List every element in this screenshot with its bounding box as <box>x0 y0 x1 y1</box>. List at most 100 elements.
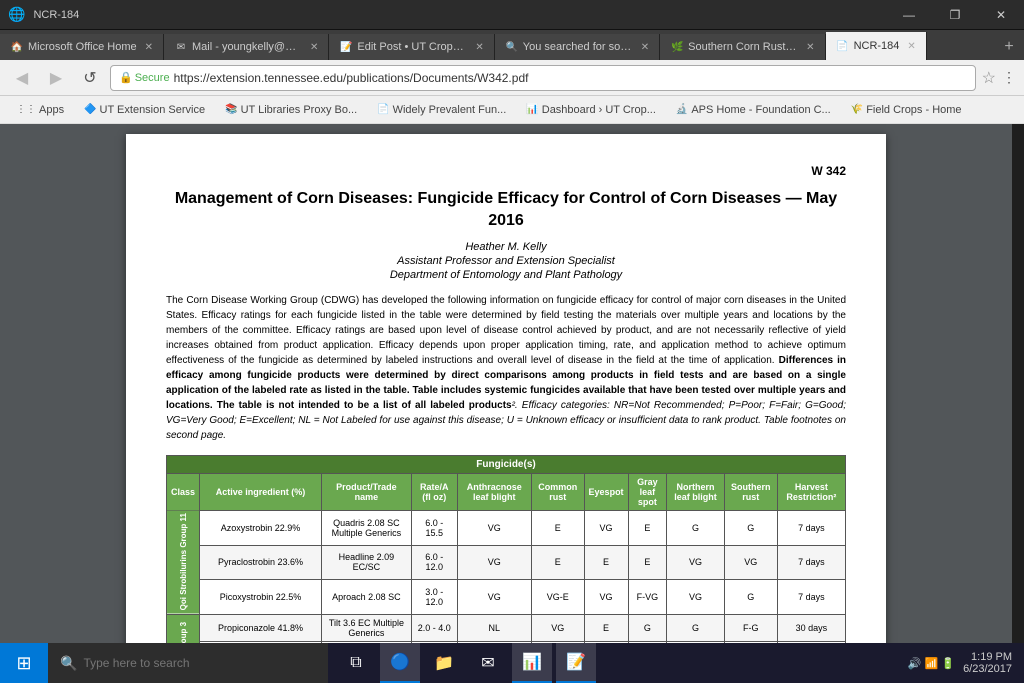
eyespot-cell: VG <box>584 580 628 615</box>
start-button[interactable]: ⊞ <box>0 643 48 683</box>
gray-leaf-cell: G <box>628 615 667 642</box>
southern-cell: VG <box>724 545 777 580</box>
col-class: Class <box>167 473 200 510</box>
maximize-button[interactable]: ❐ <box>932 0 978 30</box>
tab-close-search[interactable]: ✕ <box>641 42 649 53</box>
tab-favicon: 📝 <box>339 40 353 54</box>
close-button[interactable]: ✕ <box>978 0 1024 30</box>
tab-close-mail[interactable]: ✕ <box>310 42 318 53</box>
lib-icon: 📚 <box>225 104 237 115</box>
tab-office[interactable]: 🏠 Microsoft Office Home ✕ <box>0 34 164 60</box>
ai-cell: Picoxystrobin 22.5% <box>200 580 322 615</box>
col-common-rust: Common rust <box>532 473 585 510</box>
bookmark-dashboard[interactable]: 📊 Dashboard › UT Crop... <box>518 102 664 118</box>
harvest-cell: 7 days <box>777 510 845 545</box>
bookmark-libraries[interactable]: 📚 UT Libraries Proxy Bo... <box>217 102 365 118</box>
southern-cell: F-G <box>724 615 777 642</box>
fungicide-table: Fungicide(s) Class Active ingredient (%)… <box>166 455 846 643</box>
bookmark-fieldcrops[interactable]: 🌾 Field Crops - Home <box>843 102 970 118</box>
tab-search[interactable]: 🔍 You searched for south... ✕ <box>495 34 660 60</box>
bookmark-apps[interactable]: ⋮⋮ Apps <box>8 102 72 118</box>
bookmark-aps[interactable]: 🔬 APS Home - Foundation C... <box>668 102 839 118</box>
anthracnose-cell: VG <box>457 545 531 580</box>
back-button[interactable]: ◀ <box>8 64 36 92</box>
tab-label: Microsoft Office Home <box>28 41 137 53</box>
bookmark-extension[interactable]: 🔷 UT Extension Service <box>76 102 213 118</box>
gray-leaf-cell: E <box>628 510 667 545</box>
gray-leaf-cell: F-VG <box>628 580 667 615</box>
product-cell: Quadris 2.08 SC Multiple Generics <box>321 510 411 545</box>
fungi-icon: 📄 <box>377 104 389 115</box>
reload-button[interactable]: ↺ <box>76 64 104 92</box>
tab-ncr[interactable]: 📄 NCR-184 ✕ <box>826 32 927 60</box>
common-rust-cell: VG <box>532 615 585 642</box>
eyespot-cell: E <box>584 545 628 580</box>
col-harvest: Harvest Restriction² <box>777 473 845 510</box>
explorer-button[interactable]: 📁 <box>424 643 464 683</box>
northern-cell: VG <box>667 580 724 615</box>
tab-close-office[interactable]: ✕ <box>145 42 153 53</box>
mail-app-button[interactable]: ✉ <box>468 643 508 683</box>
edge-button[interactable]: 🔵 <box>380 643 420 683</box>
new-tab-button[interactable]: + <box>994 34 1024 60</box>
menu-button[interactable]: ⋮ <box>1002 69 1016 86</box>
anthracnose-cell: VG <box>457 580 531 615</box>
excel-button[interactable]: 📊 <box>512 643 552 683</box>
tab-label: NCR-184 <box>854 40 900 52</box>
system-tray-icons: 🔊 📶 🔋 <box>908 657 955 670</box>
common-rust-cell: E <box>532 545 585 580</box>
col-gray-leaf: Gray leaf spot <box>628 473 667 510</box>
southern-cell: G <box>724 510 777 545</box>
tab-close-rust[interactable]: ✕ <box>806 42 814 53</box>
rate-cell: 3.0 - 12.0 <box>411 580 457 615</box>
col-southern: Southern rust <box>724 473 777 510</box>
southern-cell: G <box>724 580 777 615</box>
product-cell: Headline 2.09 EC/SC <box>321 545 411 580</box>
doc-department: Department of Entomology and Plant Patho… <box>166 269 846 281</box>
northern-cell: G <box>667 615 724 642</box>
tab-label: You searched for south... <box>523 41 633 53</box>
col-product: Product/Trade name <box>321 473 411 510</box>
bookmark-fungi[interactable]: 📄 Widely Prevalent Fun... <box>369 102 514 118</box>
minimize-button[interactable]: — <box>886 0 932 30</box>
field-icon: 🌾 <box>851 104 863 115</box>
doc-author: Heather M. Kelly <box>166 241 846 253</box>
apps-icon: ⋮⋮ <box>16 104 36 115</box>
taskbar-search[interactable]: 🔍 <box>48 643 328 683</box>
bookmarks-bar: ⋮⋮ Apps 🔷 UT Extension Service 📚 UT Libr… <box>0 96 1024 124</box>
rate-cell: 6.0 - 12.0 <box>411 545 457 580</box>
doc-author-title: Assistant Professor and Extension Specia… <box>166 255 846 267</box>
tabs-bar: 🏠 Microsoft Office Home ✕ ✉ Mail - young… <box>0 30 1024 60</box>
harvest-cell: 7 days <box>777 580 845 615</box>
doc-id: W 342 <box>166 164 846 178</box>
url-bar[interactable]: 🔒 Secure https://extension.tennessee.edu… <box>110 65 976 91</box>
tab-edit[interactable]: 📝 Edit Post • UT Crops Ne... ✕ <box>329 34 494 60</box>
ai-cell: Pyraclostrobin 23.6% <box>200 545 322 580</box>
url-text: https://extension.tennessee.edu/publicat… <box>174 71 967 85</box>
product-cell: Aproach 2.08 SC <box>321 580 411 615</box>
doc-body: The Corn Disease Working Group (CDWG) ha… <box>166 293 846 443</box>
forward-button[interactable]: ▶ <box>42 64 70 92</box>
doc-title: Management of Corn Diseases: Fungicide E… <box>166 188 846 233</box>
browser-content[interactable]: W 342 Management of Corn Diseases: Fungi… <box>0 124 1012 643</box>
tab-rust[interactable]: 🌿 Southern Corn Rust in ... ✕ <box>660 34 825 60</box>
taskview-button[interactable]: ⧉ <box>336 643 376 683</box>
addressbar: ◀ ▶ ↺ 🔒 Secure https://extension.tenness… <box>0 60 1024 96</box>
ai-cell: Azoxystrobin 22.9% <box>200 510 322 545</box>
anthracnose-cell: VG <box>457 510 531 545</box>
tab-favicon: ✉ <box>174 40 188 54</box>
tab-label: Southern Corn Rust in ... <box>688 41 798 53</box>
common-rust-cell: E <box>532 510 585 545</box>
word-button[interactable]: 📝 <box>556 643 596 683</box>
search-input[interactable] <box>83 656 316 670</box>
eyespot-cell: E <box>584 615 628 642</box>
tab-close-edit[interactable]: ✕ <box>475 42 483 53</box>
bookmark-star[interactable]: ☆ <box>982 68 996 88</box>
tab-mail[interactable]: ✉ Mail - youngkelly@uti... ✕ <box>164 34 329 60</box>
tab-close-ncr[interactable]: ✕ <box>907 41 915 52</box>
table-row: Pyraclostrobin 23.6% Headline 2.09 EC/SC… <box>167 545 846 580</box>
table-row: Picoxystrobin 22.5% Aproach 2.08 SC 3.0 … <box>167 580 846 615</box>
table-row: DMI Triazoles Group 3 Propiconazole 41.8… <box>167 615 846 642</box>
rate-cell: 2.0 - 4.0 <box>411 615 457 642</box>
northern-cell: VG <box>667 545 724 580</box>
